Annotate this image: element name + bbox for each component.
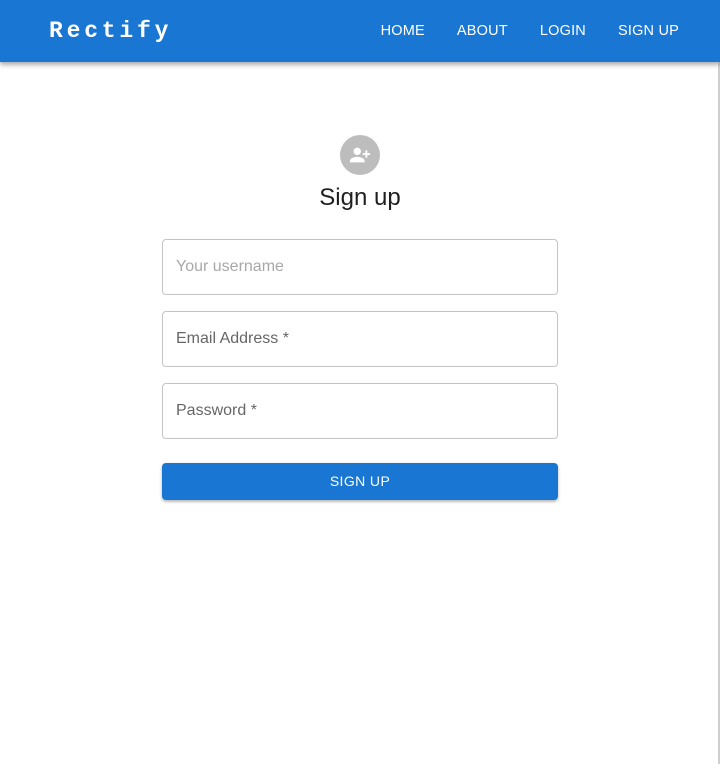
signup-page: Sign up Email Address * Password * SIGN … [0,62,720,764]
password-field[interactable]: Password * [162,383,558,439]
page-title: Sign up [319,184,401,211]
username-field[interactable] [162,239,558,295]
email-field[interactable]: Email Address * [162,311,558,367]
password-input[interactable] [163,384,557,438]
nav-home-link[interactable]: HOME [365,14,441,48]
signup-button[interactable]: SIGN UP [162,463,558,500]
nav-login-link[interactable]: LOGIN [524,14,602,48]
brand-logo[interactable]: Rectify [49,16,172,46]
nav-signup-link[interactable]: SIGN UP [602,14,695,48]
app-bar: Rectify HOME ABOUT LOGIN SIGN UP [0,0,720,62]
email-input[interactable] [163,312,557,366]
person-add-icon [340,135,380,175]
nav-menu: HOME ABOUT LOGIN SIGN UP [365,14,695,48]
nav-about-link[interactable]: ABOUT [441,14,524,48]
person-add-icon-glyph [349,147,371,163]
username-input[interactable] [163,240,557,294]
